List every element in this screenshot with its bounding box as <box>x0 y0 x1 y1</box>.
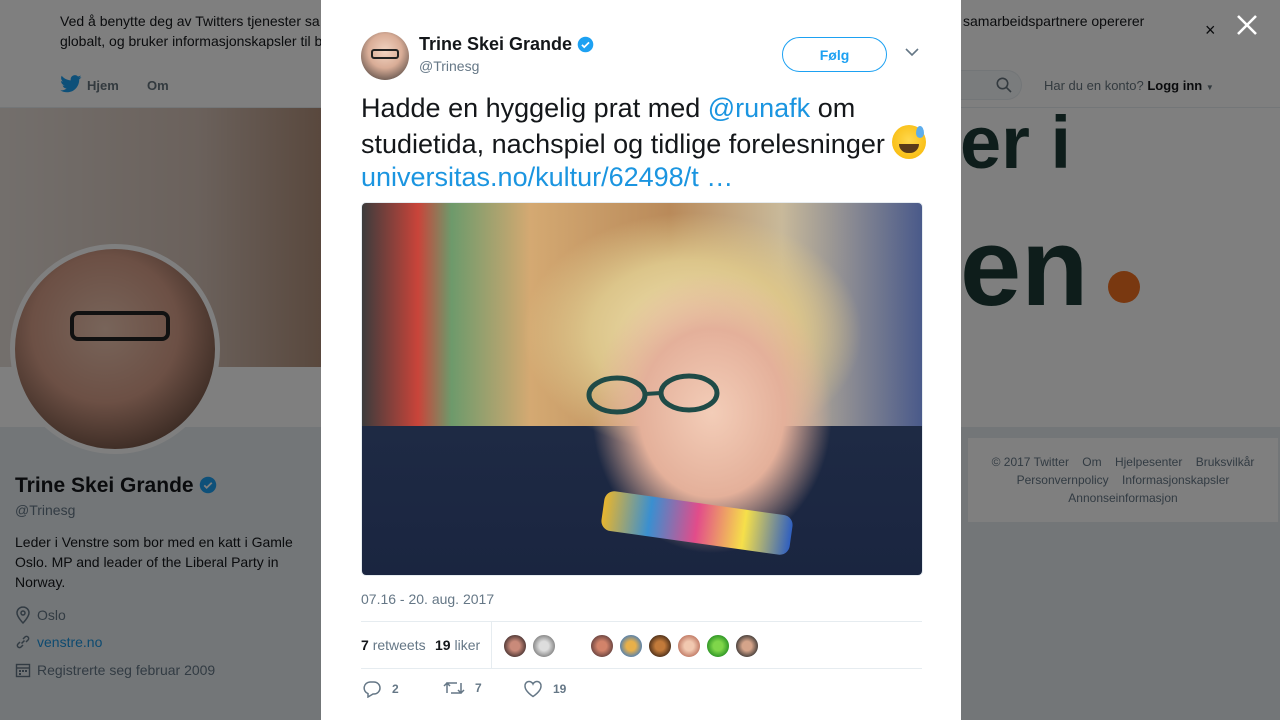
likes-count: 19 <box>435 637 451 653</box>
retweet-icon <box>443 681 465 695</box>
tweet-author-name-text: Trine Skei Grande <box>419 34 573 54</box>
liker-avatar[interactable] <box>648 634 672 658</box>
close-icon[interactable] <box>1234 12 1260 38</box>
liker-avatar[interactable] <box>619 634 643 658</box>
chevron-down-icon[interactable] <box>904 47 920 57</box>
tweet-timestamp: 07.16 - 20. aug. 2017 <box>361 591 495 607</box>
tweet-text-prefix: Hadde en hyggelig prat med <box>361 93 708 123</box>
tweet-text: Hadde en hyggelig prat med @runafk om st… <box>361 92 931 194</box>
tweet-author-name[interactable]: Trine Skei Grande <box>419 34 594 55</box>
tweet-author-avatar[interactable] <box>361 32 409 80</box>
photo-glasses <box>586 373 720 415</box>
tweet-url-ellipsis[interactable]: … <box>699 162 733 192</box>
heart-icon <box>524 680 542 698</box>
liker-avatar[interactable] <box>590 634 614 658</box>
tweet-modal: Trine Skei Grande @Trinesg Følg Hadde en… <box>321 0 961 720</box>
liker-avatar[interactable] <box>735 634 759 658</box>
liker-avatar[interactable] <box>706 634 730 658</box>
liker-avatar[interactable] <box>677 634 701 658</box>
retweets-count: 7 <box>361 637 369 653</box>
like-button[interactable]: 19 <box>523 680 566 698</box>
retweeter-avatar[interactable] <box>532 634 556 658</box>
like-count: 19 <box>553 682 567 696</box>
follow-button[interactable]: Følg <box>782 37 887 72</box>
retweets-label: retweets <box>372 637 426 653</box>
tweet-author-handle[interactable]: @Trinesg <box>419 58 479 74</box>
retweet-button[interactable]: 7 <box>443 680 482 696</box>
photo-scarf <box>600 489 794 557</box>
reply-button[interactable]: 2 <box>362 680 399 698</box>
mention-link[interactable]: @runafk <box>708 93 810 123</box>
tweet-photo[interactable] <box>361 202 923 576</box>
stats-divider <box>491 622 492 669</box>
tweet-url-link[interactable]: universitas.no/kultur/62498/t <box>361 162 699 192</box>
retweet-count: 7 <box>475 681 482 695</box>
likes-stat[interactable]: 19 liker <box>435 637 480 653</box>
reply-count: 2 <box>392 682 399 696</box>
likes-label: liker <box>454 637 481 653</box>
verified-badge-icon <box>577 36 594 53</box>
avatar-glasses <box>371 49 399 59</box>
grinning-sweat-emoji-icon <box>892 125 927 159</box>
reply-icon <box>363 681 381 698</box>
retweets-stat[interactable]: 7 retweets <box>361 637 426 653</box>
tweet-actions: 2 7 19 <box>361 680 921 704</box>
tweet-stats: 7 retweets 19 liker <box>361 621 922 669</box>
retweeter-avatar[interactable] <box>503 634 527 658</box>
